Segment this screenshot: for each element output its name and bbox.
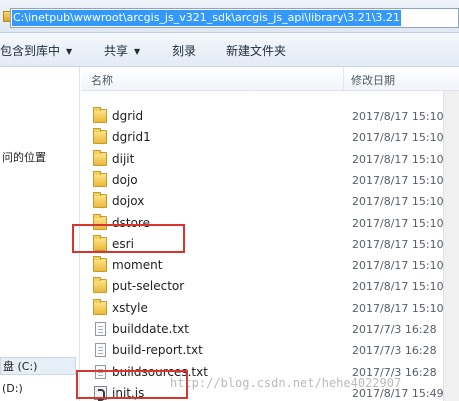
file-row[interactable]: dgrid 2017/8/17 15:10 xyxy=(81,106,459,127)
column-divider[interactable] xyxy=(343,67,344,91)
file-row[interactable]: dstore 2017/8/17 15:10 xyxy=(81,213,459,234)
command-bar: 包含到库中 ▼ 共享 ▼ 刻录 新建文件夹 xyxy=(0,33,459,67)
file-date: 2017/8/17 15:10 xyxy=(352,237,444,251)
burn-label: 刻录 xyxy=(172,44,197,58)
folder-icon xyxy=(93,192,107,209)
file-row[interactable]: builddate.txt 2017/7/3 16:28 xyxy=(81,319,459,340)
file-row[interactable]: dojo 2017/8/17 15:10 xyxy=(81,170,459,191)
file-name: buildsources.txt xyxy=(112,364,208,379)
folder-icon xyxy=(93,213,107,230)
folder-icon xyxy=(93,107,107,123)
file-date: 2017/8/17 15:10 xyxy=(352,152,444,166)
file-name: esri xyxy=(112,236,134,251)
file-row[interactable]: moment 2017/8/17 15:10 xyxy=(81,255,459,276)
nav-drive-d[interactable]: (D:) xyxy=(0,380,76,398)
file-row[interactable]: dgrid1 2017/8/17 15:10 xyxy=(81,127,459,148)
chevron-down-icon: ▼ xyxy=(66,47,73,56)
file-row[interactable]: init.js 2017/8/17 15:49 xyxy=(81,383,459,401)
file-name: moment xyxy=(112,258,163,273)
include-in-library-label: 包含到库中 xyxy=(0,44,61,58)
script-file-icon xyxy=(94,385,107,401)
file-name: dojo xyxy=(112,172,138,187)
burn-button[interactable]: 刻录 xyxy=(172,43,196,59)
file-date: 2017/7/3 16:28 xyxy=(352,365,437,379)
new-folder-label: 新建文件夹 xyxy=(226,44,287,58)
file-date: 2017/8/17 15:10 xyxy=(352,110,444,123)
file-date: 2017/8/17 15:10 xyxy=(352,301,444,315)
folder-icon xyxy=(93,277,107,294)
file-date: 2017/8/17 15:10 xyxy=(352,173,444,187)
file-name: dgrid1 xyxy=(112,130,151,145)
file-date: 2017/8/17 15:10 xyxy=(352,259,444,273)
file-row[interactable]: buildsources.txt 2017/7/3 16:28 xyxy=(81,362,459,383)
column-header: 名称 修改日期 xyxy=(81,67,459,91)
file-row[interactable]: xstyle 2017/8/17 15:10 xyxy=(81,298,459,319)
address-path: C:\inetpub\wwwroot\arcgis_js_v321_sdk\ar… xyxy=(12,10,401,26)
column-name[interactable]: 名称 xyxy=(91,72,113,88)
file-name: xstyle xyxy=(112,300,148,315)
file-date: 2017/8/17 15:10 xyxy=(352,131,444,145)
file-name: dgrid xyxy=(112,109,144,123)
file-name: builddate.txt xyxy=(112,322,189,336)
file-name: dojox xyxy=(112,194,145,209)
folder-icon xyxy=(93,298,107,315)
folder-icon xyxy=(93,149,107,166)
file-row[interactable]: dojox 2017/8/17 15:10 xyxy=(81,191,459,212)
file-date: 2017/8/17 15:10 xyxy=(352,195,444,209)
file-row[interactable]: build-report.txt 2017/7/3 16:28 xyxy=(81,340,459,361)
file-row[interactable]: put-selector 2017/8/17 15:10 xyxy=(81,276,459,297)
file-name: put-selector xyxy=(112,279,185,294)
file-row[interactable]: dijit 2017/8/17 15:10 xyxy=(81,149,459,170)
folder-icon xyxy=(93,234,107,251)
folder-icon xyxy=(93,128,107,145)
file-date: 2017/8/17 15:10 xyxy=(352,216,444,230)
file-row[interactable]: esri 2017/8/17 15:10 xyxy=(81,234,459,255)
file-name: build-report.txt xyxy=(112,343,203,358)
new-folder-button[interactable]: 新建文件夹 xyxy=(226,43,286,59)
file-date: 2017/7/3 16:28 xyxy=(352,344,437,358)
file-name: init.js xyxy=(112,385,145,400)
address-bar: C:\inetpub\wwwroot\arcgis_js_v321_sdk\ar… xyxy=(0,0,459,33)
share-label: 共享 xyxy=(104,44,129,58)
share-button[interactable]: 共享 ▼ xyxy=(104,43,140,59)
folder-icon xyxy=(93,256,107,273)
file-date: 2017/8/17 15:49 xyxy=(352,386,444,400)
nav-drive-c[interactable]: 盘 (C:) xyxy=(0,357,76,375)
vertical-scrollbar[interactable] xyxy=(443,91,459,401)
file-date: 2017/7/3 16:28 xyxy=(352,323,437,336)
column-date-modified[interactable]: 修改日期 xyxy=(351,72,395,88)
text-file-icon xyxy=(95,364,106,379)
navigation-pane: 问的位置 盘 (C:) (D:) xyxy=(0,67,80,401)
folder-icon xyxy=(93,170,107,187)
file-date: 2017/8/17 15:10 xyxy=(352,280,444,294)
address-input[interactable]: C:\inetpub\wwwroot\arcgis_js_v321_sdk\ar… xyxy=(10,8,459,28)
chevron-down-icon: ▼ xyxy=(134,47,141,56)
file-list: 名称 修改日期 dgrid 2017/8/17 15:10 dgrid1 2017/8… xyxy=(81,67,459,401)
nav-recent-places[interactable]: 问的位置 xyxy=(2,149,46,167)
include-in-library-button[interactable]: 包含到库中 ▼ xyxy=(0,43,72,59)
file-name: dijit xyxy=(112,151,135,166)
file-name: dstore xyxy=(112,215,150,230)
text-file-icon xyxy=(95,343,106,358)
text-file-icon xyxy=(95,322,106,336)
